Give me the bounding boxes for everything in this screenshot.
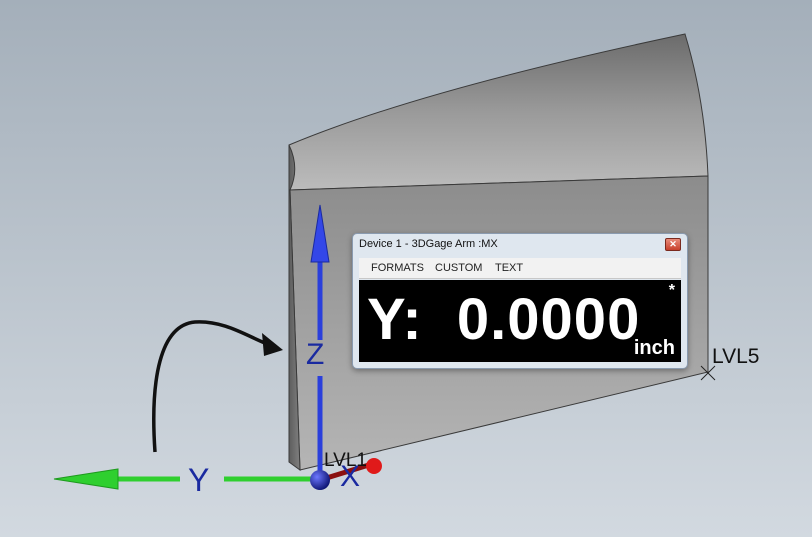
readout-display: Y: 0.0000 * inch: [359, 280, 681, 362]
readout-flag: *: [668, 282, 675, 299]
menu-custom[interactable]: CUSTOM: [435, 262, 482, 274]
y-axis-label: Y: [188, 462, 210, 498]
lvl1-label: LVL1: [324, 450, 367, 471]
x-axis-tip: [366, 458, 382, 474]
z-axis-label: Z: [306, 338, 325, 371]
readout-unit: inch: [633, 337, 675, 359]
readout-value: Y: 0.0000: [367, 287, 641, 352]
menu-bar: FORMATS CUSTOM TEXT: [359, 258, 681, 279]
device-readout-window[interactable]: Device 1 - 3DGage Arm :MX ✕ FORMATS CUST…: [352, 233, 688, 369]
close-button[interactable]: ✕: [665, 238, 681, 251]
origin-ball[interactable]: [310, 470, 330, 490]
menu-text[interactable]: TEXT: [495, 262, 523, 274]
menu-formats[interactable]: FORMATS: [371, 262, 424, 274]
close-icon: ✕: [669, 239, 677, 249]
lvl5-label: LVL5: [712, 345, 760, 368]
window-title: Device 1 - 3DGage Arm :MX: [359, 238, 498, 250]
